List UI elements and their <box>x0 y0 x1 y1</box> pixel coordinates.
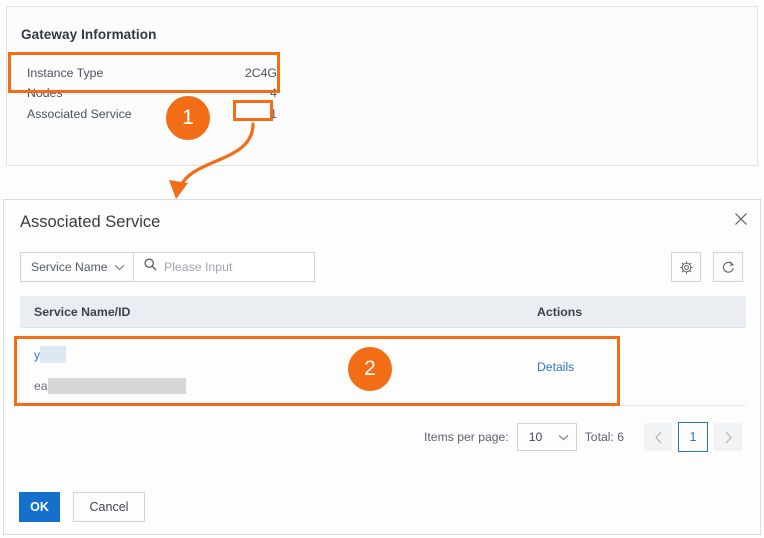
total-count-label: Total: 6 <box>584 430 624 444</box>
info-label: Associated Service <box>27 107 132 121</box>
service-name-link[interactable]: y <box>34 346 67 363</box>
page-size-value: 10 <box>528 430 543 444</box>
search-icon <box>144 258 157 276</box>
ok-button[interactable]: OK <box>19 492 60 522</box>
close-icon[interactable] <box>731 209 751 229</box>
service-id-text: ea <box>34 379 48 393</box>
redaction-block-name <box>40 346 67 363</box>
info-row-nodes: Nodes 4 <box>21 86 283 106</box>
pagination: Items per page: 10 Total: 6 1 <box>424 422 742 452</box>
dialog-title: Associated Service <box>20 213 161 231</box>
search-bar: Service Name <box>20 252 315 282</box>
gear-icon[interactable] <box>671 252 701 282</box>
column-header-service-name-id: Service Name/ID <box>34 305 131 319</box>
column-header-actions: Actions <box>537 305 583 319</box>
page-button-current[interactable]: 1 <box>678 422 708 452</box>
table-row: y ea Details <box>20 328 746 406</box>
items-per-page-label: Items per page: <box>424 430 509 444</box>
gateway-information-panel: Gateway Information Instance Type 2C4G N… <box>6 6 758 166</box>
chevron-left-icon[interactable] <box>644 423 672 451</box>
info-value: 4 <box>270 86 277 100</box>
redaction-block-id <box>47 378 186 394</box>
search-field-select[interactable]: Service Name <box>21 253 134 281</box>
search-input-wrap <box>134 253 314 281</box>
chevron-down-icon <box>114 260 125 274</box>
search-input[interactable] <box>164 260 304 274</box>
search-field-select-label: Service Name <box>31 260 108 274</box>
chevron-right-icon[interactable] <box>714 423 742 451</box>
associated-service-dialog: Associated Service Service Name Please I… <box>3 199 761 535</box>
page-title: Gateway Information <box>21 27 157 42</box>
info-row-associated-service: Associated Service 1 <box>21 107 283 127</box>
associated-service-count-link[interactable]: 1 <box>270 107 277 121</box>
info-row-instance-type: Instance Type 2C4G <box>21 66 283 86</box>
details-link[interactable]: Details <box>537 360 574 374</box>
cancel-button[interactable]: Cancel <box>73 492 145 522</box>
screenshot-root: Gateway Information Instance Type 2C4G N… <box>0 0 764 538</box>
table-header: Service Name/ID Actions <box>20 296 746 328</box>
info-label: Instance Type <box>27 66 104 80</box>
service-id: ea <box>34 378 186 394</box>
refresh-icon[interactable] <box>713 252 743 282</box>
page-size-select[interactable]: 10 <box>516 423 577 451</box>
chevron-down-icon <box>558 430 569 444</box>
info-label: Nodes <box>27 86 63 100</box>
info-value: 2C4G <box>244 66 277 80</box>
